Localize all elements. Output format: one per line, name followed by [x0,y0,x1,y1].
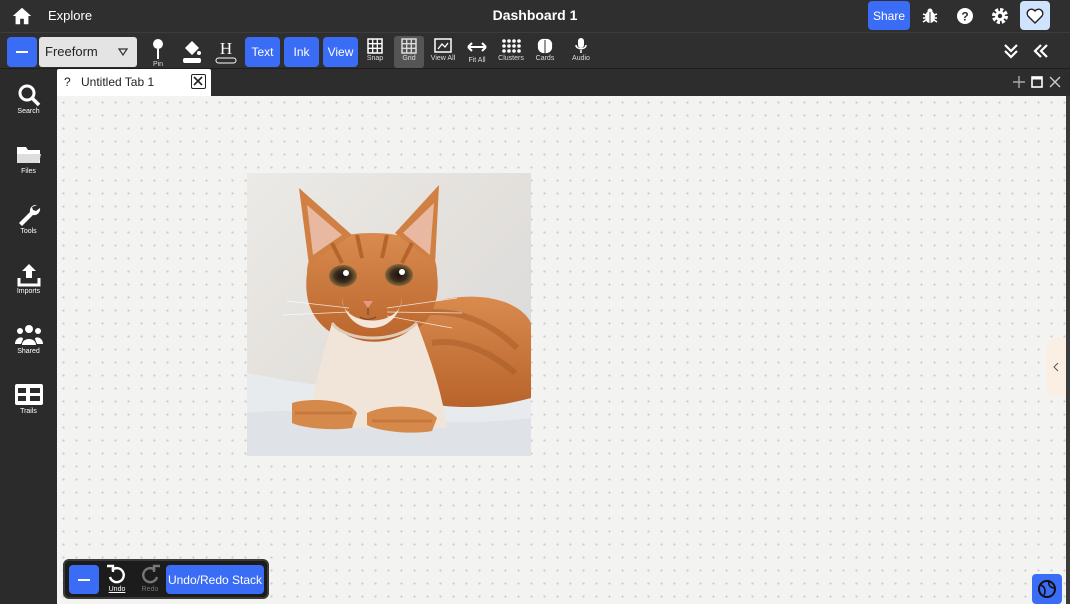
people-icon [14,325,43,345]
heading-glyph: H [220,39,232,58]
grid-tool[interactable]: Grid [394,36,424,68]
sidebar-item-files[interactable]: Files [0,143,57,191]
sidebar-item-trails[interactable]: Trails [0,383,57,431]
snap-tool-label: Snap [366,55,384,62]
share-button[interactable]: Share [868,1,910,30]
tab-close-button[interactable] [191,74,206,89]
upload-icon [17,264,40,287]
trails-icon [14,384,43,405]
undo-icon [107,564,125,584]
help-icon[interactable]: ? [955,6,975,26]
chevron-left-icon [1053,362,1059,372]
view-all-tool-label: View All [430,55,456,62]
chevron-down-icon [118,48,128,56]
sidebar-item-label: Trails [20,408,37,415]
sidebar-item-imports[interactable]: Imports [0,263,57,311]
pin-tool-label: Pin [152,61,164,68]
redo-label: Redo [141,586,159,593]
text-button[interactable]: Text [245,37,280,67]
wrench-icon [18,204,40,226]
brain-icon [537,38,553,54]
grid-tool-label: Grid [402,55,416,62]
double-chevron-left-icon[interactable] [1032,42,1050,60]
cards-tool[interactable]: Cards [530,36,560,68]
cat-photo[interactable] [247,173,531,456]
canvas-scrollbar[interactable] [1066,96,1070,604]
sidebar-item-search[interactable]: Search [0,83,57,131]
fit-all-tool[interactable]: Fit All [462,36,492,68]
heading-icon: H [215,39,237,64]
sidebar-item-label: Shared [17,348,40,355]
tab-untitled-1[interactable]: ? Untitled Tab 1 [57,69,211,96]
left-sidebar: Search Files Tools Imports Shared Trails [0,69,57,604]
undo-button[interactable]: Undo [102,563,132,597]
undo-label: Undo [108,586,126,593]
cat-image-drawing [247,173,531,456]
search-icon [18,84,40,107]
home-icon[interactable] [11,5,33,27]
audio-tool-label: Audio [572,55,590,62]
clusters-tool-label: Clusters [498,55,524,62]
view-all-tool[interactable]: View All [427,36,459,68]
tab-bar: ? Untitled Tab 1 [57,69,1070,96]
microphone-icon [575,38,587,53]
sidebar-item-label: Files [21,168,36,175]
toolbar-collapse-button[interactable] [7,37,37,67]
paint-bucket-icon [183,41,201,63]
fit-all-icon [467,42,487,52]
cards-tool-label: Cards [535,55,555,62]
tab-title: Untitled Tab 1 [81,75,155,89]
snap-tool[interactable]: Snap [360,36,390,68]
pin-tool[interactable]: Pin [143,36,173,68]
globe-icon [1038,580,1056,598]
pin-icon [153,39,163,59]
mode-select[interactable]: Freeform [39,37,137,67]
fill-tool[interactable] [177,36,207,68]
right-panel-toggle[interactable] [1046,338,1066,396]
redo-icon [142,564,160,584]
heart-button[interactable] [1020,1,1050,30]
mode-select-value: Freeform [45,44,98,59]
add-tab-icon[interactable] [1012,75,1026,89]
audio-tool[interactable]: Audio [566,36,596,68]
undo-panel-collapse-button[interactable] [69,565,99,594]
gear-icon[interactable] [990,6,1010,26]
maximize-icon[interactable] [1030,75,1044,89]
undo-redo-stack-button[interactable]: Undo/Redo Stack [166,565,264,594]
clusters-icon [502,39,521,53]
close-pane-icon[interactable] [1048,75,1062,89]
sidebar-item-label: Tools [20,228,37,235]
view-all-icon [434,38,452,53]
undo-redo-panel: Undo Redo Undo/Redo Stack [63,559,269,599]
clusters-tool[interactable]: Clusters [496,36,526,68]
bug-icon[interactable] [920,6,940,26]
fit-all-tool-label: Fit All [468,57,486,64]
view-button[interactable]: View [323,37,358,67]
sidebar-item-label: Imports [16,288,41,295]
grid-icon [401,38,417,54]
double-chevron-down-icon[interactable] [1002,42,1020,60]
folder-icon [16,147,41,163]
sidebar-item-shared[interactable]: Shared [0,323,57,371]
close-icon [193,76,203,86]
svg-text:?: ? [961,10,968,24]
heart-icon [1026,8,1044,24]
explore-link[interactable]: Explore [48,8,92,23]
sidebar-item-tools[interactable]: Tools [0,203,57,251]
tab-status-marker: ? [64,75,71,89]
ink-button[interactable]: Ink [284,37,319,67]
snap-grid-icon [367,38,383,54]
redo-button[interactable]: Redo [135,563,165,597]
globe-button[interactable] [1032,574,1062,604]
heading-tool[interactable]: H [211,36,241,68]
main-toolbar: Freeform Pin H Text Ink View Snap Grid V… [0,32,1070,69]
sidebar-item-label: Search [17,108,40,115]
top-bar: Explore Dashboard 1 Share ? [0,0,1070,32]
freeform-canvas[interactable] [57,96,1067,604]
